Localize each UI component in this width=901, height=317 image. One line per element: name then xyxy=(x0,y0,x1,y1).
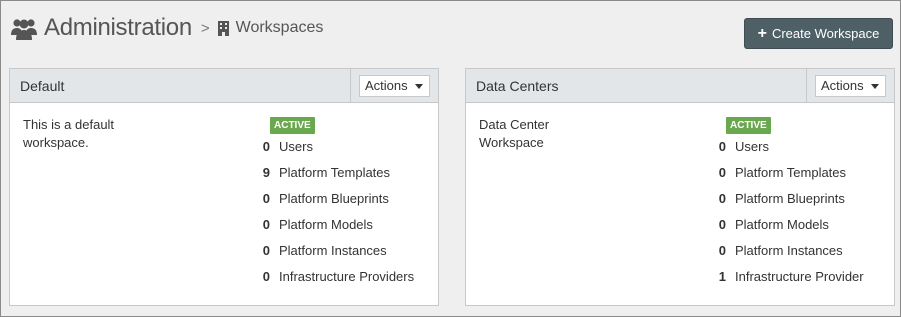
caret-down-icon xyxy=(871,84,879,89)
stat-row: 0 Platform Templates xyxy=(709,165,864,191)
create-workspace-label: Create Workspace xyxy=(771,26,880,41)
stat-label: Users xyxy=(735,139,769,154)
page-title: Administration xyxy=(44,14,192,41)
actions-dropdown[interactable]: Actions xyxy=(815,75,886,97)
stat-count: 0 xyxy=(262,243,270,258)
stat-row: 0 Platform Models xyxy=(253,217,414,243)
stat-label: Platform Templates xyxy=(279,165,391,180)
stat-label: Infrastructure Providers xyxy=(279,269,415,284)
stat-count: 0 xyxy=(718,243,726,258)
create-workspace-button[interactable]: + Create Workspace xyxy=(744,18,893,49)
actions-label: Actions xyxy=(821,78,864,93)
stat-count: 0 xyxy=(718,191,726,206)
page-header: Administration > Workspaces xyxy=(11,11,323,45)
users-icon xyxy=(11,19,37,40)
status-badge: ACTIVE xyxy=(726,117,771,134)
stat-label: Platform Blueprints xyxy=(735,191,845,206)
actions-label: Actions xyxy=(365,78,408,93)
stat-count: 0 xyxy=(718,165,726,180)
stat-row: 0 Platform Blueprints xyxy=(253,191,414,217)
actions-container: Actions xyxy=(806,69,894,103)
stat-label: Platform Templates xyxy=(735,165,847,180)
stat-label: Users xyxy=(279,139,313,154)
stat-count: 9 xyxy=(262,165,270,180)
stat-label: Platform Instances xyxy=(735,243,843,258)
stat-count: 0 xyxy=(262,217,270,232)
stat-count: 0 xyxy=(262,269,270,284)
workspace-description: Data Center Workspace xyxy=(479,117,550,150)
stat-row: 0 Platform Instances xyxy=(253,243,414,269)
stat-count: 0 xyxy=(718,217,726,232)
actions-container: Actions xyxy=(350,69,438,103)
stat-row: 0 Platform Models xyxy=(709,217,864,243)
stat-label: Platform Models xyxy=(279,217,373,232)
caret-down-icon xyxy=(415,84,423,89)
stat-label: Platform Instances xyxy=(279,243,387,258)
stat-count: 0 xyxy=(718,139,726,154)
workspace-stats: 0 Users 0 Platform Templates 0 Platform … xyxy=(709,139,864,295)
breadcrumb-workspaces[interactable]: Workspaces xyxy=(236,19,324,37)
workspace-card-default: Default Actions This is a default worksp… xyxy=(9,68,439,306)
stat-count: 1 xyxy=(718,269,726,284)
workspace-description: This is a default workspace. xyxy=(23,117,115,150)
stat-row: 0 Infrastructure Providers xyxy=(253,269,414,295)
plus-icon: + xyxy=(757,24,767,42)
stat-count: 0 xyxy=(262,191,270,206)
stat-row: 0 Users xyxy=(709,139,864,165)
stat-row: 0 Platform Instances xyxy=(709,243,864,269)
stat-label: Platform Models xyxy=(735,217,829,232)
stat-row: 0 Users xyxy=(253,139,414,165)
workspace-card-header: Default Actions xyxy=(10,69,438,103)
stat-label: Infrastructure Provider xyxy=(735,269,864,284)
breadcrumb-separator: > xyxy=(200,19,210,37)
stat-label: Platform Blueprints xyxy=(279,191,389,206)
stat-row: 9 Platform Templates xyxy=(253,165,414,191)
workspace-card-data-centers: Data Centers Actions Data Center Workspa… xyxy=(465,68,895,306)
actions-dropdown[interactable]: Actions xyxy=(359,75,430,97)
workspace-name[interactable]: Default xyxy=(20,78,64,94)
status-badge: ACTIVE xyxy=(270,117,315,134)
building-icon xyxy=(217,20,229,36)
workspace-stats: 0 Users 9 Platform Templates 0 Platform … xyxy=(253,139,414,295)
workspace-name[interactable]: Data Centers xyxy=(476,78,558,94)
stat-row: 0 Platform Blueprints xyxy=(709,191,864,217)
stat-count: 0 xyxy=(262,139,270,154)
stat-row: 1 Infrastructure Provider xyxy=(709,269,864,295)
workspace-card-header: Data Centers Actions xyxy=(466,69,894,103)
